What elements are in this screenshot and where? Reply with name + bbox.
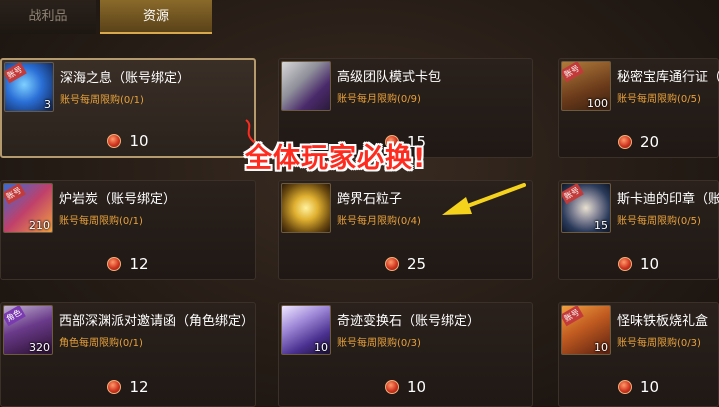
price-value: 10 [129,132,149,150]
item-name: 怪味铁板烧礼盒 [617,314,709,329]
price: 12 [1,378,255,396]
crossing-stone-particle-icon [281,183,331,233]
item-name: 秘密宝库通行证（ [617,70,719,85]
pointer-arrow-icon [442,183,526,215]
skadi-seal-icon: 账号 15 [561,183,611,233]
account-tag: 账号 [4,184,26,205]
shop-item-card[interactable]: 账号 100 秘密宝库通行证（ 账号每周限购(0/5) 20 [558,58,719,158]
abyss-party-invitation-icon: 角色 320 [3,305,53,355]
price: 10 [279,378,532,396]
shop-item-card[interactable]: 账号 210 炉岩炭（账号绑定） 账号每周限购(0/1) 12 [0,180,256,280]
account-tag: 账号 [562,62,584,83]
currency-icon [617,380,632,394]
currency-icon [617,135,632,149]
item-name: 斯卡迪的印章（账 [617,192,719,207]
item-count: 10 [594,341,608,354]
price: 10 [559,378,718,396]
item-name: 炉岩炭（账号绑定） [59,192,177,207]
lava-coal-icon: 账号 210 [3,183,53,233]
currency-icon [107,380,122,394]
price-value: 12 [129,378,149,396]
purchase-limit: 账号每周限购(0/1) [59,216,143,227]
purchase-limit: 账号每周限购(0/5) [617,216,701,227]
purchase-limit: 账号每周限购(0/1) [60,95,144,106]
price: 25 [279,255,532,273]
item-count: 15 [594,219,608,232]
promo-banner: 全体玩家必换! [245,143,427,174]
item-count: 100 [587,97,608,110]
miracle-transform-stone-icon: 10 [281,305,331,355]
shop-item-card[interactable]: 角色 320 西部深渊派对邀请函（角色绑定） 角色每周限购(0/1) 12 [0,302,256,407]
tab-bar: 战利品 资源 [0,0,719,34]
currency-icon [107,257,122,271]
price-value: 10 [639,378,660,396]
account-tag: 账号 [5,63,27,84]
price-value: 12 [129,255,149,273]
account-tag: 账号 [562,184,584,205]
item-name: 跨界石粒子 [337,192,403,207]
item-count: 3 [44,98,51,111]
card-pack-icon [281,61,331,111]
price-value: 25 [406,255,427,273]
price-value: 10 [406,378,427,396]
purchase-limit: 账号每月限购(0/4) [337,216,421,227]
price: 20 [559,133,718,151]
item-count: 210 [29,219,50,232]
price-value: 20 [639,133,660,151]
price: 10 [2,132,254,150]
purchase-limit: 账号每月限购(0/9) [337,94,421,105]
purchase-limit: 角色每周限购(0/1) [59,338,143,349]
item-name: 奇迹变换石（账号绑定） [337,314,481,329]
item-name: 西部深渊派对邀请函（角色绑定） [59,314,255,329]
shop-item-card[interactable]: 10 奇迹变换石（账号绑定） 账号每周限购(0/3) 10 [278,302,533,407]
teppanyaki-gift-box-icon: 账号 10 [561,305,611,355]
purchase-limit: 账号每周限购(0/5) [617,94,701,105]
vault-pass-icon: 账号 100 [561,61,611,111]
item-name: 深海之息（账号绑定） [60,71,191,86]
price: 10 [559,255,718,273]
item-name: 高级团队模式卡包 [337,70,442,85]
account-tag: 账号 [562,306,584,327]
price-value: 10 [639,255,660,273]
currency-icon [617,257,632,271]
deep-sea-breath-icon: 账号 3 [4,62,54,112]
shop-item-card[interactable]: 账号 3 深海之息（账号绑定） 账号每周限购(0/1) 10 [0,58,256,158]
item-count: 320 [29,341,50,354]
purchase-limit: 账号每周限购(0/3) [337,338,421,349]
currency-icon [384,257,399,271]
shop-item-card[interactable]: 账号 15 斯卡迪的印章（账 账号每周限购(0/5) 10 [558,180,719,280]
item-count: 10 [314,341,328,354]
character-tag: 角色 [4,306,26,327]
shop-item-card[interactable]: 账号 10 怪味铁板烧礼盒 账号每周限购(0/3) 10 [558,302,719,407]
tab-loot[interactable]: 战利品 [0,0,96,34]
purchase-limit: 账号每周限购(0/3) [617,338,701,349]
tab-resources[interactable]: 资源 [100,0,212,34]
currency-icon [107,134,122,148]
currency-icon [384,380,399,394]
price: 12 [1,255,255,273]
